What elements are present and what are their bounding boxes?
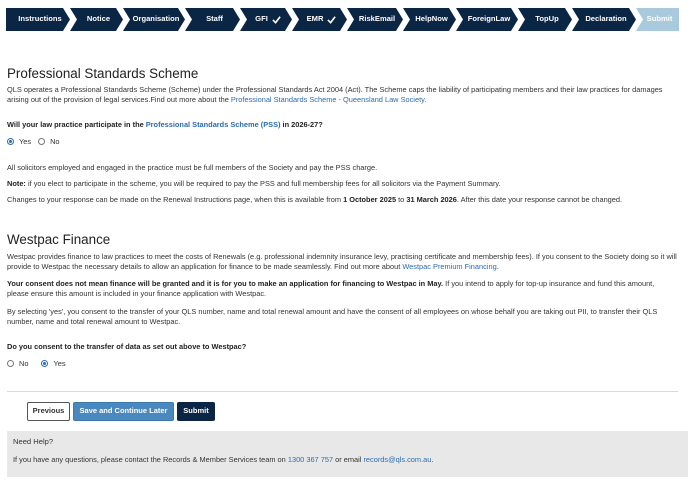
consent-bold: Your consent does not mean finance will … bbox=[7, 279, 444, 288]
step-helpnow[interactable]: HelpNow bbox=[403, 8, 456, 31]
help-text-mid: or email bbox=[333, 455, 364, 465]
pss-question-text: Will your law practice participate in th… bbox=[7, 120, 146, 129]
westpac-heading: Westpac Finance bbox=[7, 232, 111, 247]
pss-note: Note: if you elect to participate in the… bbox=[7, 179, 687, 189]
help-title: Need Help? bbox=[13, 437, 54, 446]
pss-no-label: No bbox=[50, 137, 60, 146]
westpac-by-selecting: By selecting 'yes', you consent to the t… bbox=[7, 307, 658, 326]
step-label: GFI bbox=[255, 14, 268, 24]
help-panel: Need Help? If you have any questions, pl… bbox=[7, 431, 688, 477]
step-label: Instructions bbox=[18, 14, 62, 24]
westpac-intro-text: Westpac provides finance to law practice… bbox=[7, 252, 677, 271]
pss-members-note: All solicitors employed and engaged in t… bbox=[7, 163, 378, 172]
westpac-consent: Your consent does not mean finance will … bbox=[7, 279, 667, 299]
step-label: Organisation bbox=[132, 14, 180, 24]
step-label: TopUp bbox=[535, 14, 559, 24]
step-label: Submit bbox=[646, 14, 673, 24]
step-label: Declaration bbox=[585, 14, 627, 24]
step-staff[interactable]: Staff bbox=[185, 8, 240, 31]
westpac-intro-end: . bbox=[496, 261, 499, 271]
divider bbox=[7, 391, 678, 392]
pss-question-link[interactable]: Professional Standards Scheme (PSS) bbox=[146, 120, 281, 129]
step-emr[interactable]: EMR bbox=[292, 8, 347, 31]
changes-from-date: 1 October 2025 bbox=[343, 195, 397, 204]
westpac-yes-radio[interactable] bbox=[41, 360, 49, 368]
pss-yes-label: Yes bbox=[19, 137, 32, 146]
check-icon bbox=[327, 16, 337, 24]
step-label: HelpNow bbox=[415, 14, 448, 24]
pss-heading: Professional Standards Scheme bbox=[7, 66, 199, 81]
step-label: ForeignLaw bbox=[467, 14, 511, 24]
step-label: Notice bbox=[86, 14, 111, 24]
westpac-intro: Westpac provides finance to law practice… bbox=[7, 252, 683, 272]
changes-end: . After this date your response cannot b… bbox=[456, 195, 623, 204]
pss-changes-note: Changes to your response can be made on … bbox=[7, 195, 647, 205]
save-continue-later-button[interactable]: Save and Continue Later bbox=[73, 402, 174, 421]
step-instructions[interactable]: Instructions bbox=[6, 8, 70, 31]
step-label: EMR bbox=[306, 14, 324, 24]
step-gfi[interactable]: GFI bbox=[240, 8, 292, 31]
pss-info-link[interactable]: Professional Standards Scheme - Queensla… bbox=[231, 95, 424, 104]
pss-no-radio[interactable] bbox=[38, 138, 46, 146]
help-email-link[interactable]: records@qls.com.au bbox=[363, 455, 431, 464]
pss-yes-radio[interactable] bbox=[7, 138, 14, 146]
step-riskemail[interactable]: RiskEmail bbox=[347, 8, 403, 31]
westpac-radio-group: No Yes bbox=[7, 359, 687, 369]
pss-intro: QLS operates a Professional Standards Sc… bbox=[7, 85, 685, 105]
changes-text: Changes to your response can be made on … bbox=[7, 195, 344, 204]
submit-button[interactable]: Submit bbox=[177, 402, 215, 421]
help-phone-link[interactable]: 1300 367 757 bbox=[288, 455, 333, 464]
note-text: if you elect to participate in the schem… bbox=[25, 179, 501, 188]
westpac-question: Do you consent to the transfer of data a… bbox=[7, 342, 247, 351]
step-label: RiskEmail bbox=[358, 14, 396, 24]
pss-question-end: in 2026-27? bbox=[280, 120, 323, 129]
step-foreignlaw[interactable]: ForeignLaw bbox=[456, 8, 518, 31]
help-text-pre: If you have any questions, please contac… bbox=[13, 455, 288, 465]
step-declaration[interactable]: Declaration bbox=[572, 8, 636, 31]
westpac-financing-link[interactable]: Westpac Premium Financing bbox=[402, 262, 496, 271]
westpac-no-radio[interactable] bbox=[7, 360, 14, 368]
westpac-no-label: No bbox=[19, 359, 29, 368]
pss-intro-end: . bbox=[424, 94, 427, 104]
westpac-yes-label: Yes bbox=[53, 359, 66, 368]
step-organisation[interactable]: Organisation bbox=[123, 8, 185, 31]
changes-mid: to bbox=[396, 195, 407, 204]
note-label: Note: bbox=[7, 179, 26, 188]
pss-radio-group: Yes No bbox=[7, 137, 687, 147]
help-text-end: . bbox=[431, 455, 434, 465]
wizard-step-bar: Instructions Notice Organisation Staff G… bbox=[6, 8, 680, 31]
changes-to-date: 31 March 2026 bbox=[406, 195, 457, 204]
step-submit[interactable]: Submit bbox=[636, 8, 679, 31]
step-notice[interactable]: Notice bbox=[70, 8, 123, 31]
pss-question: Will your law practice participate in th… bbox=[7, 120, 687, 130]
help-text: If you have any questions, please contac… bbox=[13, 455, 682, 465]
step-label: Staff bbox=[206, 14, 223, 24]
check-icon bbox=[272, 16, 281, 24]
step-topup[interactable]: TopUp bbox=[518, 8, 572, 31]
previous-button[interactable]: Previous bbox=[27, 402, 70, 421]
